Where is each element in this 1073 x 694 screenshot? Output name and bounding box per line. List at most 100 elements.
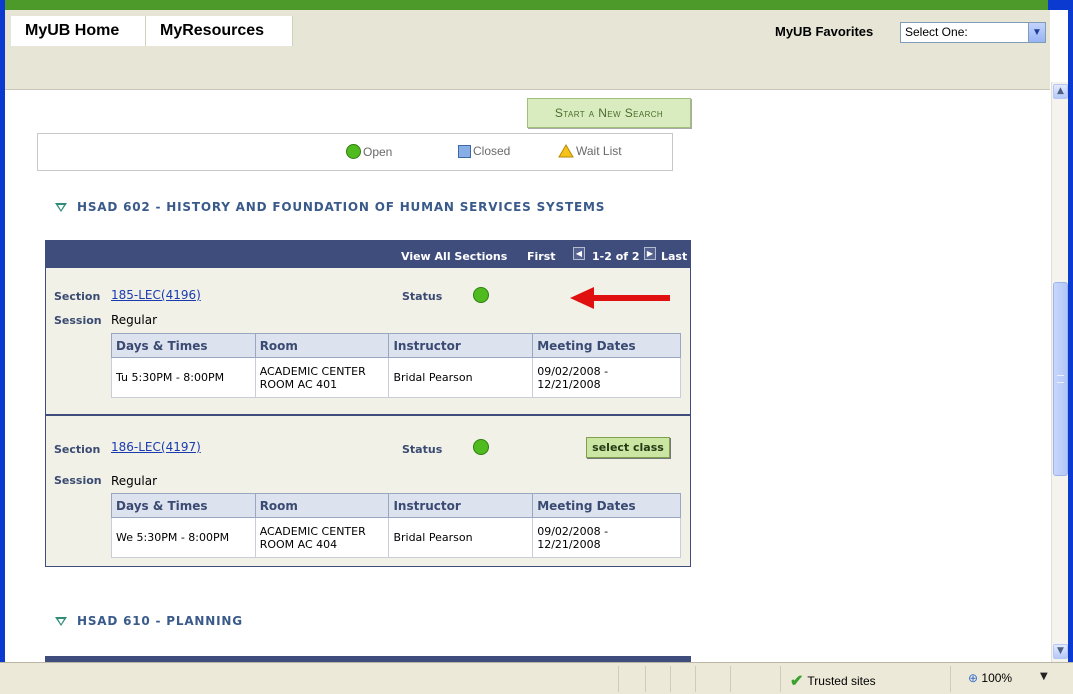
- room-cell: ACADEMIC CENTER ROOM AC 404: [254, 517, 390, 558]
- table-header-row: Days & Times Room Instructor Meeting Dat…: [111, 333, 681, 358]
- start-new-search-button[interactable]: Start a New Search: [527, 98, 691, 128]
- tab-myub-home[interactable]: MyUB Home: [11, 16, 146, 46]
- meeting-dates-cell: 09/02/2008 -12/21/2008: [532, 517, 681, 558]
- zoom-level[interactable]: ⊕ 100%: [968, 671, 1012, 685]
- legend-closed: Closed: [458, 144, 510, 158]
- favorites-select[interactable]: Select One: ▼: [900, 22, 1046, 43]
- course-title[interactable]: HSAD 602 - HISTORY AND FOUNDATION OF HUM…: [55, 200, 605, 214]
- status-bar-divider: [670, 666, 671, 692]
- section-link[interactable]: 186-LEC(4197): [111, 440, 201, 454]
- column-days-times: Days & Times: [111, 333, 256, 358]
- session-value: Regular: [111, 474, 158, 488]
- page-range: 1-2 of 2: [592, 250, 640, 263]
- meeting-table: Days & Times Room Instructor Meeting Dat…: [111, 493, 681, 558]
- checkmark-icon: ✔: [790, 673, 804, 690]
- legend-wait-list: Wait List: [558, 144, 622, 158]
- first-label: First: [527, 250, 556, 263]
- window-frame-corner: [1048, 0, 1068, 10]
- instructor-cell: Bridal Pearson: [388, 517, 534, 558]
- collapse-triangle-icon[interactable]: [55, 202, 67, 212]
- window-frame-top: [5, 0, 1068, 10]
- meeting-dates-cell: 09/02/2008 -12/21/2008: [532, 357, 681, 398]
- scroll-up-icon[interactable]: ▲: [1053, 84, 1068, 99]
- status-bar-divider: [695, 666, 696, 692]
- previous-arrow-icon[interactable]: ◀: [573, 247, 585, 260]
- window-frame-right: [1068, 0, 1073, 662]
- section-label: Section: [54, 290, 101, 303]
- vertical-scrollbar[interactable]: ▲ ▼: [1051, 82, 1068, 662]
- column-meeting-dates: Meeting Dates: [532, 493, 681, 518]
- tab-myresources[interactable]: MyResources: [146, 16, 293, 46]
- course-title-text: HSAD 610 - PLANNING: [77, 614, 243, 628]
- column-room: Room: [254, 333, 390, 358]
- room-line-1: ACADEMIC CENTER: [259, 364, 366, 378]
- instructor-cell: Bridal Pearson: [388, 357, 534, 398]
- column-days-times: Days & Times: [111, 493, 256, 518]
- open-status-icon: [473, 439, 489, 455]
- status-bar-divider: [780, 666, 781, 692]
- scroll-down-icon[interactable]: ▼: [1053, 644, 1068, 659]
- dates-line-2: 12/21/2008: [537, 377, 601, 391]
- magnifier-icon: ⊕: [968, 671, 979, 685]
- column-room: Room: [254, 493, 390, 518]
- course-title-text: HSAD 602 - HISTORY AND FOUNDATION OF HUM…: [77, 200, 606, 214]
- open-circle-icon: [346, 144, 361, 159]
- legend-open: Open: [346, 144, 392, 159]
- chevron-down-icon[interactable]: ▼: [1028, 23, 1045, 42]
- next-arrow-icon[interactable]: ▶: [644, 247, 656, 260]
- legend-open-label: Open: [363, 144, 393, 159]
- table-row: We 5:30PM - 8:00PM ACADEMIC CENTER ROOM A…: [111, 517, 681, 558]
- table-header-row: Days & Times Room Instructor Meeting Dat…: [111, 493, 681, 518]
- select-class-button[interactable]: select class: [586, 437, 670, 458]
- dates-line-2: 12/21/2008: [537, 537, 601, 551]
- status-label: Status: [402, 443, 443, 456]
- column-meeting-dates: Meeting Dates: [532, 333, 681, 358]
- status-label: Status: [402, 290, 443, 303]
- status-bar-divider: [950, 666, 951, 692]
- dates-line-1: 09/02/2008 -: [537, 524, 609, 538]
- column-instructor: Instructor: [388, 493, 534, 518]
- scrollbar-grip-icon: [1057, 375, 1064, 383]
- favorites-label: MyUB Favorites: [775, 24, 874, 39]
- dates-line-1: 09/02/2008 -: [537, 364, 609, 378]
- session-label: Session: [54, 314, 102, 327]
- room-cell: ACADEMIC CENTER ROOM AC 401: [254, 357, 390, 398]
- room-line-2: ROOM AC 401: [259, 377, 338, 391]
- zoom-value: 100%: [981, 671, 1013, 685]
- favorites-select-value: Select One:: [905, 25, 968, 39]
- room-line-1: ACADEMIC CENTER: [259, 524, 366, 538]
- days-times-cell: We 5:30PM - 8:00PM: [111, 517, 256, 558]
- closed-square-icon: [458, 144, 471, 158]
- room-line-2: ROOM AC 404: [259, 537, 338, 551]
- main-content: Start a New Search Open Closed Wait List…: [5, 90, 1050, 662]
- status-bar-divider: [645, 666, 646, 692]
- collapse-triangle-icon[interactable]: [55, 616, 67, 626]
- last-label: Last: [661, 250, 688, 263]
- scrollbar-thumb[interactable]: [1053, 282, 1068, 476]
- status-bar-divider: [618, 666, 619, 692]
- session-label: Session: [54, 474, 102, 487]
- status-legend: Open Closed Wait List: [37, 133, 673, 171]
- open-status-icon: [473, 287, 489, 303]
- browser-status-bar: ✔ Trusted sites ⊕ 100% ▼: [0, 662, 1073, 694]
- section-divider: [46, 414, 690, 416]
- section-link[interactable]: 185-LEC(4196): [111, 288, 201, 302]
- security-zone[interactable]: ✔ Trusted sites: [790, 671, 876, 691]
- view-all-sections-link[interactable]: View All Sections: [401, 250, 507, 263]
- days-times-cell: Tu 5:30PM - 8:00PM: [111, 357, 256, 398]
- wait-list-triangle-icon: [558, 144, 574, 158]
- section-label: Section: [54, 443, 101, 456]
- status-bar-divider: [730, 666, 731, 692]
- portal-header: MyUB Home MyResources MyUB Favorites Sel…: [5, 10, 1050, 90]
- meeting-table: Days & Times Room Instructor Meeting Dat…: [111, 333, 681, 398]
- security-zone-label: Trusted sites: [807, 674, 876, 688]
- table-row: Tu 5:30PM - 8:00PM ACADEMIC CENTER ROOM A…: [111, 357, 681, 398]
- chevron-down-icon[interactable]: ▼: [1040, 671, 1048, 682]
- sections-navigation-bar: View All Sections First ◀ 1-2 of 2 ▶ Las…: [46, 241, 690, 268]
- legend-wait-list-label: Wait List: [576, 144, 622, 158]
- legend-closed-label: Closed: [473, 144, 511, 158]
- course-title[interactable]: HSAD 610 - PLANNING: [55, 614, 243, 628]
- session-value: Regular: [111, 313, 158, 327]
- column-instructor: Instructor: [388, 333, 534, 358]
- annotation-arrow-icon: [570, 287, 670, 309]
